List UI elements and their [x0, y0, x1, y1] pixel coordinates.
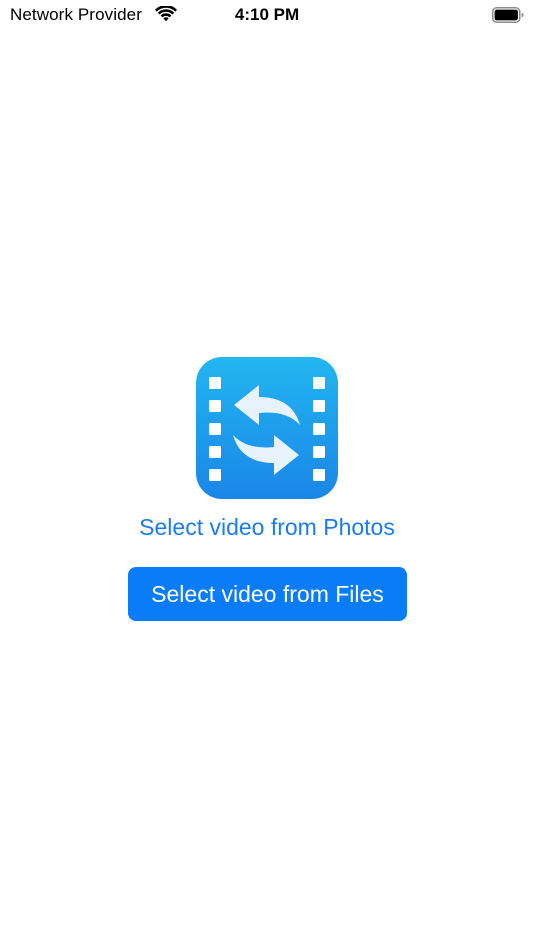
screen: Network Provider 4:10 PM Select video fr…	[0, 0, 534, 950]
select-from-files-button[interactable]: Select video from Files	[128, 567, 407, 621]
battery-icon	[492, 7, 524, 23]
files-button-label: Select video from Files	[151, 580, 384, 607]
clock: 4:10 PM	[234, 5, 300, 24]
video-convert-icon	[196, 357, 338, 499]
select-from-photos-link[interactable]: Select video from Photos	[0, 514, 534, 541]
status-bar: Network Provider 4:10 PM	[0, 0, 534, 30]
